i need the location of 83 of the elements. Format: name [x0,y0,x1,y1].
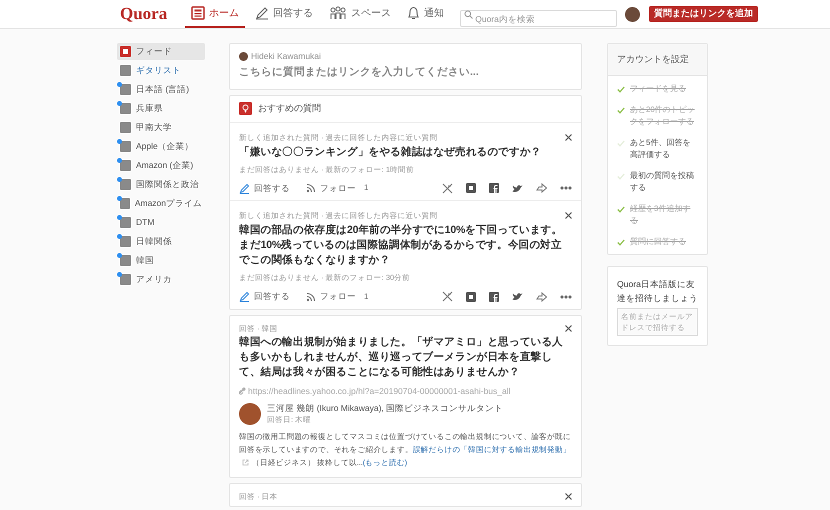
question-input[interactable]: こちらに質問またはリンクを入力してください... [239,64,572,80]
share-icon [466,183,476,193]
twitter-icon [512,184,523,192]
question-title[interactable]: 「嫌いな〇〇ランキング」をやる雑誌はなぜ売れるのですか？ [239,144,572,160]
close-button[interactable] [565,134,572,141]
user-name: Hideki Kawamukai [251,50,321,63]
nav-tab[interactable]: スペース [323,0,398,28]
bell-icon [407,6,420,20]
sidebar-item[interactable]: 韓国 [117,252,205,269]
sidebar-item[interactable]: DTM [117,214,205,231]
sidebar-item[interactable]: 甲南大学 [117,119,205,136]
close-icon [565,212,572,220]
twitter-icon [512,292,523,301]
people-icon [329,6,348,20]
follow-count: 1 [364,182,368,194]
invite-title: Quora日本語版に友達を招待しましょう [617,278,698,305]
topic-thumbnail [120,122,131,133]
avatar [239,52,248,61]
pencil-icon [239,182,250,194]
topic-thumbnail [120,160,131,171]
sidebar-item[interactable]: 日韓関係 [117,233,205,250]
search-field[interactable]: Quora内を検索 [460,10,618,27]
lightbulb-icon [239,102,252,115]
external-link-icon [242,459,249,466]
close-icon [565,492,572,500]
search-icon [464,10,474,18]
answer-button[interactable]: 回答する [239,290,290,303]
follow-button[interactable]: フォロー [306,290,356,303]
nav-tab[interactable]: ホーム [185,0,246,28]
close-button[interactable] [565,212,572,220]
question-title[interactable]: 韓国の部品の依存度は20年前の半分すでに10%を下回っています。まだ10%残っているのは国際協調体制があるからです。今回の対立でこの関係もなくなりますか？ [239,223,572,268]
sidebar-item[interactable]: Amazon (企業) [117,157,205,174]
close-button[interactable] [565,492,572,500]
topic-thumbnail [120,198,130,209]
close-icon [565,324,572,332]
topic-thumbnail [120,255,131,266]
follow-button[interactable]: フォロー [306,182,356,194]
feed-icon [120,46,131,57]
close-icon [565,134,572,141]
topic-thumbnail [120,141,131,152]
author-name[interactable]: 三河屋 幾朗 (Ikuro Mikawaya), 国際ビジネスコンサルタント [267,402,504,414]
panel-title: アカウントを設定 [608,44,707,76]
rss-icon [306,183,316,193]
sidebar-item[interactable]: Amazonプライム [117,195,205,212]
sidebar-item[interactable]: 日本語 (言語) [117,81,205,98]
sidebar-item[interactable]: フィード [117,43,205,60]
sidebar-item[interactable]: Apple（企業） [117,138,205,155]
close-button[interactable] [565,324,572,332]
avatar[interactable] [625,6,640,22]
nav-tab[interactable]: 回答する [249,0,320,28]
home-icon [191,6,206,20]
section-title: おすすめの質問 [258,102,321,115]
more-icon [560,186,572,190]
topic-thumbnail [120,236,131,247]
nav-tab[interactable]: 通知 [401,0,450,28]
topic-thumbnail [120,103,131,114]
topic-thumbnail [120,179,131,190]
sidebar-item[interactable]: 兵庫県 [117,100,205,117]
add-question-button[interactable]: 質問またはリンクを追加 [649,6,758,22]
downvote-icon [442,291,453,302]
topic-thumbnail [120,65,131,76]
forward-icon [536,183,547,193]
answer-button[interactable]: 回答する [239,182,290,194]
sidebar-item[interactable]: アメリカ [117,271,205,288]
link-icon [239,387,246,396]
quora-logo[interactable]: Quora [120,1,168,27]
more-icon [560,294,572,298]
follow-count: 1 [364,290,368,302]
facebook-icon [489,292,499,302]
topic-thumbnail [120,217,131,228]
author-avatar [239,402,261,424]
topic-thumbnail [120,274,131,285]
sidebar-item[interactable]: ギタリスト [117,62,205,79]
topic-thumbnail [120,84,131,95]
question-title[interactable]: 韓国への輸出規制が始まりました。「ザマアミロ」と思っている人も多いかもしれませんが、巡り巡ってブーメランが日本を直撃して、結局は我々が困ることになる可能性はありませんか？ [239,334,572,380]
pencil-icon [239,291,250,302]
share-icon [466,292,476,302]
pencil-icon [255,6,270,20]
forward-icon [536,292,547,302]
sidebar-item[interactable]: 国際関係と政治 [117,176,205,193]
rss-icon [306,292,316,302]
facebook-icon [489,183,499,193]
downvote-icon [442,182,453,194]
